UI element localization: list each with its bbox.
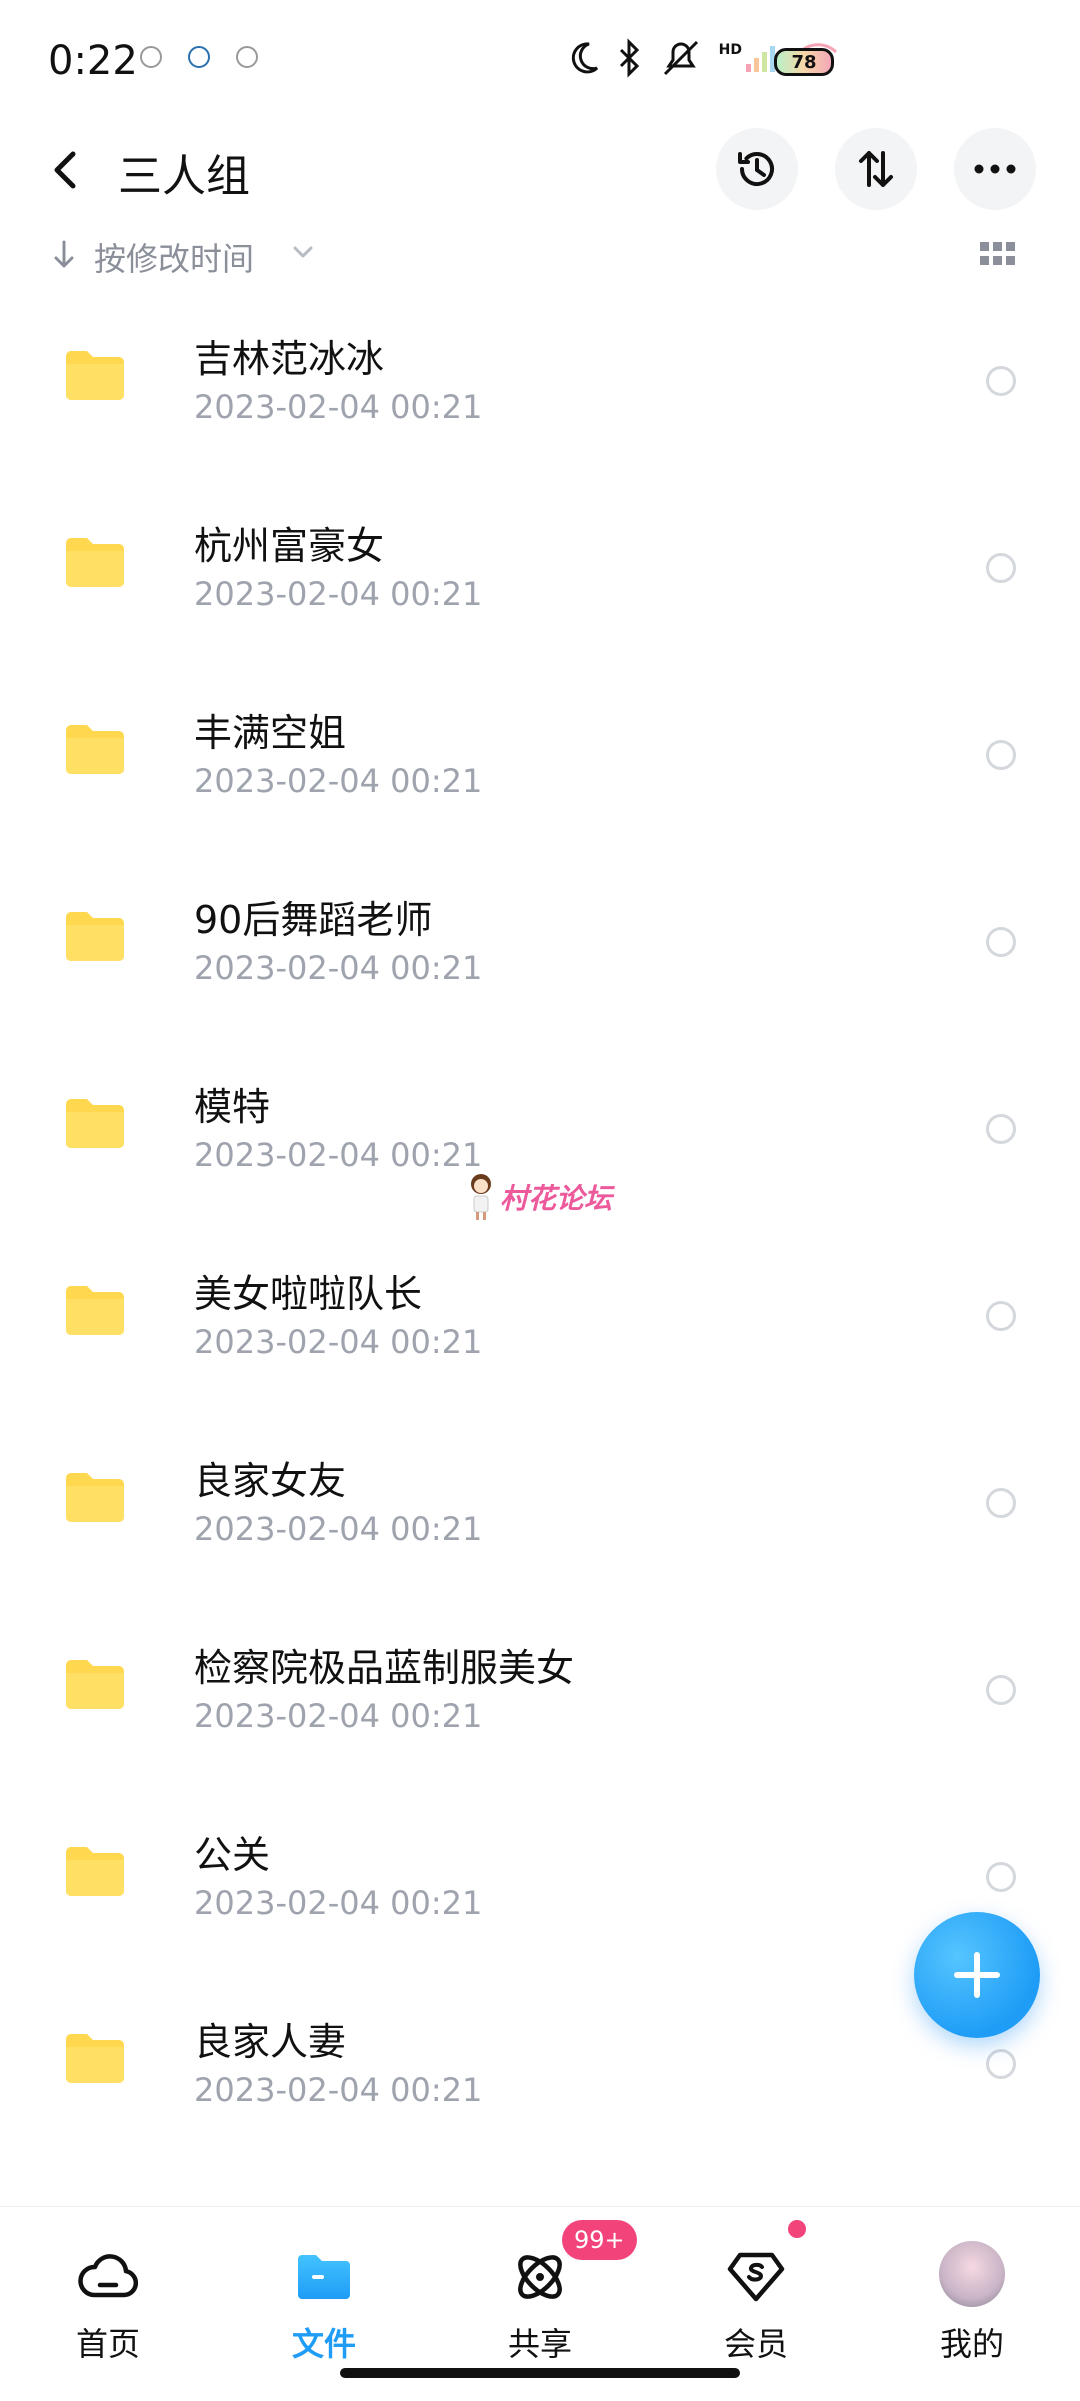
folder-icon xyxy=(298,2255,350,2299)
folder-name: 90后舞蹈老师 xyxy=(194,898,433,942)
share-badge: 99+ xyxy=(562,2220,637,2260)
folder-row[interactable]: 杭州富豪女 2023-02-04 00:21 xyxy=(0,483,1080,670)
sort-bar: 按修改时间 xyxy=(0,228,1080,288)
folder-row[interactable]: 美女啦啦队长 2023-02-04 00:21 xyxy=(0,1231,1080,1418)
folder-row[interactable]: 良家人妻 2023-02-04 00:21 xyxy=(0,1979,1080,2166)
folder-name: 杭州富豪女 xyxy=(194,524,385,568)
watermark: 村花论坛 xyxy=(466,1172,612,1222)
tab-label: 首页 xyxy=(75,2325,140,2363)
folder-name: 美女啦啦队长 xyxy=(194,1272,423,1316)
transfer-button[interactable] xyxy=(835,128,917,210)
sort-dropdown[interactable]: 按修改时间 xyxy=(94,234,254,280)
select-checkbox[interactable] xyxy=(986,553,1016,583)
select-checkbox[interactable] xyxy=(986,1114,1016,1144)
status-time: 0:22 xyxy=(48,38,138,84)
home-indicator xyxy=(340,2368,740,2378)
folder-name: 检察院极品蓝制服美女 xyxy=(194,1646,575,1690)
moon-icon xyxy=(571,42,598,74)
add-button[interactable] xyxy=(914,1912,1040,2038)
folder-icon xyxy=(66,2034,124,2083)
folder-row[interactable]: 吉林范冰冰 2023-02-04 00:21 xyxy=(0,296,1080,483)
notification-icons xyxy=(140,46,258,68)
folder-icon xyxy=(66,725,124,774)
select-checkbox[interactable] xyxy=(986,740,1016,770)
plus-icon xyxy=(954,1952,1000,1998)
arrow-down-icon xyxy=(54,240,74,268)
select-checkbox[interactable] xyxy=(986,927,1016,957)
tab-label: 文件 xyxy=(291,2325,356,2363)
folder-date: 2023-02-04 00:21 xyxy=(194,762,483,800)
folder-name: 良家人妻 xyxy=(194,2020,347,2064)
grid-view-icon[interactable] xyxy=(980,242,1016,270)
history-button[interactable] xyxy=(716,128,798,210)
back-button[interactable] xyxy=(45,144,85,196)
tab-home[interactable]: 首页 xyxy=(38,2235,178,2365)
folder-name: 吉林范冰冰 xyxy=(194,337,385,381)
folder-date: 2023-02-04 00:21 xyxy=(194,1323,483,1361)
folder-name: 良家女友 xyxy=(194,1459,347,1503)
avatar xyxy=(939,2241,1005,2307)
notification-icon xyxy=(140,46,162,68)
folder-date: 2023-02-04 00:21 xyxy=(194,1136,483,1174)
vip-notification-dot xyxy=(788,2220,806,2238)
notification-icon xyxy=(188,46,210,68)
tab-label: 我的 xyxy=(939,2325,1004,2363)
folder-icon xyxy=(66,1847,124,1896)
tab-label: 会员 xyxy=(723,2325,788,2363)
select-checkbox[interactable] xyxy=(986,1488,1016,1518)
folder-name: 丰满空姐 xyxy=(194,711,347,755)
folder-row[interactable]: 90后舞蹈老师 2023-02-04 00:21 xyxy=(0,857,1080,1044)
select-checkbox[interactable] xyxy=(986,366,1016,396)
more-button[interactable] xyxy=(954,128,1036,210)
mascot-icon xyxy=(471,1174,491,1220)
cloud-icon xyxy=(78,2254,139,2298)
folder-date: 2023-02-04 00:21 xyxy=(194,1510,483,1548)
share-icon xyxy=(518,2255,562,2299)
folder-date: 2023-02-04 00:21 xyxy=(194,2071,483,2109)
history-icon xyxy=(738,152,774,186)
watermark-text: 村花论坛 xyxy=(500,1182,613,1215)
folder-date: 2023-02-04 00:21 xyxy=(194,1697,483,1735)
folder-date: 2023-02-04 00:21 xyxy=(194,1884,483,1922)
tab-me[interactable]: 我的 xyxy=(902,2235,1042,2365)
status-bar: 0:22 HD 78 xyxy=(0,0,1080,130)
folder-date: 2023-02-04 00:21 xyxy=(194,388,483,426)
folder-name: 公关 xyxy=(194,1833,271,1877)
more-icon xyxy=(974,164,1016,174)
tab-files[interactable]: 文件 xyxy=(254,2235,394,2365)
tab-label: 共享 xyxy=(507,2325,572,2363)
tab-vip[interactable]: 会员 xyxy=(686,2235,826,2365)
select-checkbox[interactable] xyxy=(986,2049,1016,2079)
notification-icon xyxy=(236,46,258,68)
transfer-icon xyxy=(859,151,893,187)
folder-list: 吉林范冰冰 2023-02-04 00:21 杭州富豪女 2023-02-04 00:… xyxy=(0,296,1080,2166)
select-checkbox[interactable] xyxy=(986,1862,1016,1892)
folder-name: 模特 xyxy=(194,1085,271,1129)
folder-icon xyxy=(66,1473,124,1522)
chevron-left-icon xyxy=(54,151,76,189)
folder-row[interactable]: 丰满空姐 2023-02-04 00:21 xyxy=(0,670,1080,857)
folder-icon xyxy=(66,538,124,587)
folder-icon xyxy=(66,912,124,961)
top-bar: 三人组 xyxy=(0,120,1080,220)
folder-icon xyxy=(66,1099,124,1148)
chevron-down-icon xyxy=(293,246,313,258)
network-label: HD xyxy=(718,42,742,58)
folder-icon xyxy=(66,351,124,400)
folder-row[interactable]: 检察院极品蓝制服美女 2023-02-04 00:21 xyxy=(0,1605,1080,1792)
page-title: 三人组 xyxy=(118,151,250,202)
battery-indicator: 78 xyxy=(774,48,834,76)
select-checkbox[interactable] xyxy=(986,1301,1016,1331)
mute-icon xyxy=(663,40,698,76)
vip-icon xyxy=(727,2252,785,2302)
folder-row[interactable]: 良家女友 2023-02-04 00:21 xyxy=(0,1418,1080,1605)
folder-icon xyxy=(66,1660,124,1709)
bluetooth-icon xyxy=(619,38,639,78)
select-checkbox[interactable] xyxy=(986,1675,1016,1705)
folder-date: 2023-02-04 00:21 xyxy=(194,575,483,613)
folder-icon xyxy=(66,1286,124,1335)
folder-date: 2023-02-04 00:21 xyxy=(194,949,483,987)
